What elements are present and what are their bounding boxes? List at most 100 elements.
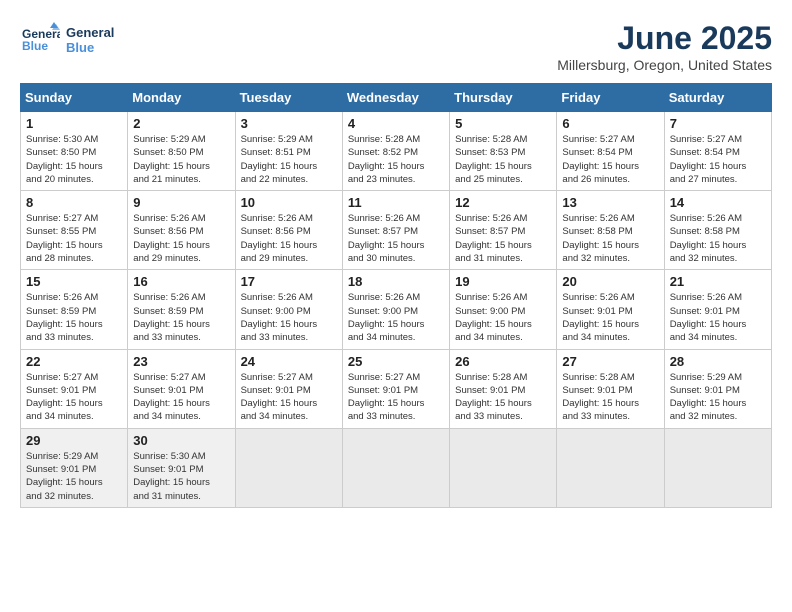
day-number: 22 [26,354,122,369]
calendar-cell: 1 Sunrise: 5:30 AM Sunset: 8:50 PM Daylig… [21,112,128,191]
title-block: June 2025 Millersburg, Oregon, United St… [557,20,772,73]
day-number: 10 [241,195,337,210]
day-info: Sunrise: 5:29 AM Sunset: 9:01 PM Dayligh… [26,450,122,503]
day-info: Sunrise: 5:26 AM Sunset: 8:57 PM Dayligh… [348,212,444,265]
day-info: Sunrise: 5:27 AM Sunset: 8:54 PM Dayligh… [562,133,658,186]
calendar-cell: 9 Sunrise: 5:26 AM Sunset: 8:56 PM Daylig… [128,191,235,270]
logo-general: General [66,25,114,40]
calendar-cell: 27 Sunrise: 5:28 AM Sunset: 9:01 PM Dayli… [557,349,664,428]
calendar-cell: 19 Sunrise: 5:26 AM Sunset: 9:00 PM Dayli… [450,270,557,349]
logo-icon: General Blue [20,20,60,60]
day-number: 3 [241,116,337,131]
calendar-cell: 24 Sunrise: 5:27 AM Sunset: 9:01 PM Dayli… [235,349,342,428]
calendar-cell: 8 Sunrise: 5:27 AM Sunset: 8:55 PM Daylig… [21,191,128,270]
calendar-cell: 25 Sunrise: 5:27 AM Sunset: 9:01 PM Dayli… [342,349,449,428]
calendar-cell: 18 Sunrise: 5:26 AM Sunset: 9:00 PM Dayli… [342,270,449,349]
calendar-cell: 15 Sunrise: 5:26 AM Sunset: 8:59 PM Dayli… [21,270,128,349]
day-number: 23 [133,354,229,369]
page-header: General Blue General Blue June 2025 Mill… [20,20,772,73]
calendar-cell: 11 Sunrise: 5:26 AM Sunset: 8:57 PM Dayli… [342,191,449,270]
calendar-cell: 5Sunrise: 5:28 AM Sunset: 8:53 PM Daylig… [450,112,557,191]
day-info: Sunrise: 5:26 AM Sunset: 8:58 PM Dayligh… [562,212,658,265]
day-info: Sunrise: 5:26 AM Sunset: 9:01 PM Dayligh… [670,291,766,344]
calendar-cell: 14 Sunrise: 5:26 AM Sunset: 8:58 PM Dayli… [664,191,771,270]
day-info: Sunrise: 5:27 AM Sunset: 9:01 PM Dayligh… [133,371,229,424]
day-number: 15 [26,274,122,289]
day-info: Sunrise: 5:26 AM Sunset: 9:00 PM Dayligh… [348,291,444,344]
day-number: 5 [455,116,551,131]
day-info: Sunrise: 5:30 AM Sunset: 9:01 PM Dayligh… [133,450,229,503]
day-number: 19 [455,274,551,289]
day-info: Sunrise: 5:26 AM Sunset: 8:58 PM Dayligh… [670,212,766,265]
day-info: Sunrise: 5:28 AM Sunset: 9:01 PM Dayligh… [562,371,658,424]
calendar-cell: 30 Sunrise: 5:30 AM Sunset: 9:01 PM Dayli… [128,428,235,507]
day-number: 20 [562,274,658,289]
calendar-cell: 16 Sunrise: 5:26 AM Sunset: 8:59 PM Dayli… [128,270,235,349]
day-number: 28 [670,354,766,369]
day-number: 29 [26,433,122,448]
calendar-cell [450,428,557,507]
calendar-cell: 26 Sunrise: 5:28 AM Sunset: 9:01 PM Dayli… [450,349,557,428]
calendar-cell [664,428,771,507]
day-info: Sunrise: 5:27 AM Sunset: 8:54 PM Dayligh… [670,133,766,186]
svg-text:Blue: Blue [22,39,48,53]
weekday-header-friday: Friday [557,84,664,112]
day-info: Sunrise: 5:29 AM Sunset: 8:50 PM Dayligh… [133,133,229,186]
week-row-5: 29 Sunrise: 5:29 AM Sunset: 9:01 PM Dayli… [21,428,772,507]
day-number: 9 [133,195,229,210]
weekday-header-monday: Monday [128,84,235,112]
day-number: 14 [670,195,766,210]
calendar-cell: 13Sunrise: 5:26 AM Sunset: 8:58 PM Dayli… [557,191,664,270]
weekday-header-row: SundayMondayTuesdayWednesdayThursdayFrid… [21,84,772,112]
calendar-cell [557,428,664,507]
day-info: Sunrise: 5:28 AM Sunset: 9:01 PM Dayligh… [455,371,551,424]
day-info: Sunrise: 5:28 AM Sunset: 8:52 PM Dayligh… [348,133,444,186]
calendar-cell: 12Sunrise: 5:26 AM Sunset: 8:57 PM Dayli… [450,191,557,270]
calendar-cell: 2Sunrise: 5:29 AM Sunset: 8:50 PM Daylig… [128,112,235,191]
week-row-3: 15 Sunrise: 5:26 AM Sunset: 8:59 PM Dayli… [21,270,772,349]
day-info: Sunrise: 5:27 AM Sunset: 9:01 PM Dayligh… [241,371,337,424]
day-info: Sunrise: 5:27 AM Sunset: 9:01 PM Dayligh… [26,371,122,424]
day-number: 16 [133,274,229,289]
calendar-cell: 23 Sunrise: 5:27 AM Sunset: 9:01 PM Dayli… [128,349,235,428]
day-info: Sunrise: 5:26 AM Sunset: 8:56 PM Dayligh… [241,212,337,265]
day-info: Sunrise: 5:26 AM Sunset: 8:59 PM Dayligh… [26,291,122,344]
week-row-4: 22 Sunrise: 5:27 AM Sunset: 9:01 PM Dayli… [21,349,772,428]
weekday-header-saturday: Saturday [664,84,771,112]
day-number: 30 [133,433,229,448]
day-number: 4 [348,116,444,131]
weekday-header-thursday: Thursday [450,84,557,112]
day-number: 8 [26,195,122,210]
month-title: June 2025 [557,20,772,57]
day-number: 25 [348,354,444,369]
calendar-cell: 4 Sunrise: 5:28 AM Sunset: 8:52 PM Daylig… [342,112,449,191]
day-number: 12 [455,195,551,210]
weekday-header-wednesday: Wednesday [342,84,449,112]
day-number: 6 [562,116,658,131]
day-info: Sunrise: 5:30 AM Sunset: 8:50 PM Dayligh… [26,133,122,186]
weekday-header-tuesday: Tuesday [235,84,342,112]
day-number: 24 [241,354,337,369]
day-info: Sunrise: 5:26 AM Sunset: 9:01 PM Dayligh… [562,291,658,344]
day-number: 27 [562,354,658,369]
day-info: Sunrise: 5:29 AM Sunset: 8:51 PM Dayligh… [241,133,337,186]
calendar-table: SundayMondayTuesdayWednesdayThursdayFrid… [20,83,772,508]
calendar-cell: 7 Sunrise: 5:27 AM Sunset: 8:54 PM Daylig… [664,112,771,191]
day-info: Sunrise: 5:27 AM Sunset: 9:01 PM Dayligh… [348,371,444,424]
day-number: 18 [348,274,444,289]
day-number: 7 [670,116,766,131]
day-number: 26 [455,354,551,369]
day-info: Sunrise: 5:26 AM Sunset: 8:59 PM Dayligh… [133,291,229,344]
day-number: 11 [348,195,444,210]
calendar-cell: 22 Sunrise: 5:27 AM Sunset: 9:01 PM Dayli… [21,349,128,428]
day-info: Sunrise: 5:26 AM Sunset: 9:00 PM Dayligh… [455,291,551,344]
day-info: Sunrise: 5:29 AM Sunset: 9:01 PM Dayligh… [670,371,766,424]
calendar-cell: 3 Sunrise: 5:29 AM Sunset: 8:51 PM Daylig… [235,112,342,191]
day-info: Sunrise: 5:26 AM Sunset: 8:56 PM Dayligh… [133,212,229,265]
calendar-cell: 20 Sunrise: 5:26 AM Sunset: 9:01 PM Dayli… [557,270,664,349]
week-row-1: 1 Sunrise: 5:30 AM Sunset: 8:50 PM Daylig… [21,112,772,191]
calendar-cell: 29 Sunrise: 5:29 AM Sunset: 9:01 PM Dayli… [21,428,128,507]
day-info: Sunrise: 5:27 AM Sunset: 8:55 PM Dayligh… [26,212,122,265]
day-number: 1 [26,116,122,131]
calendar-cell: 21Sunrise: 5:26 AM Sunset: 9:01 PM Dayli… [664,270,771,349]
